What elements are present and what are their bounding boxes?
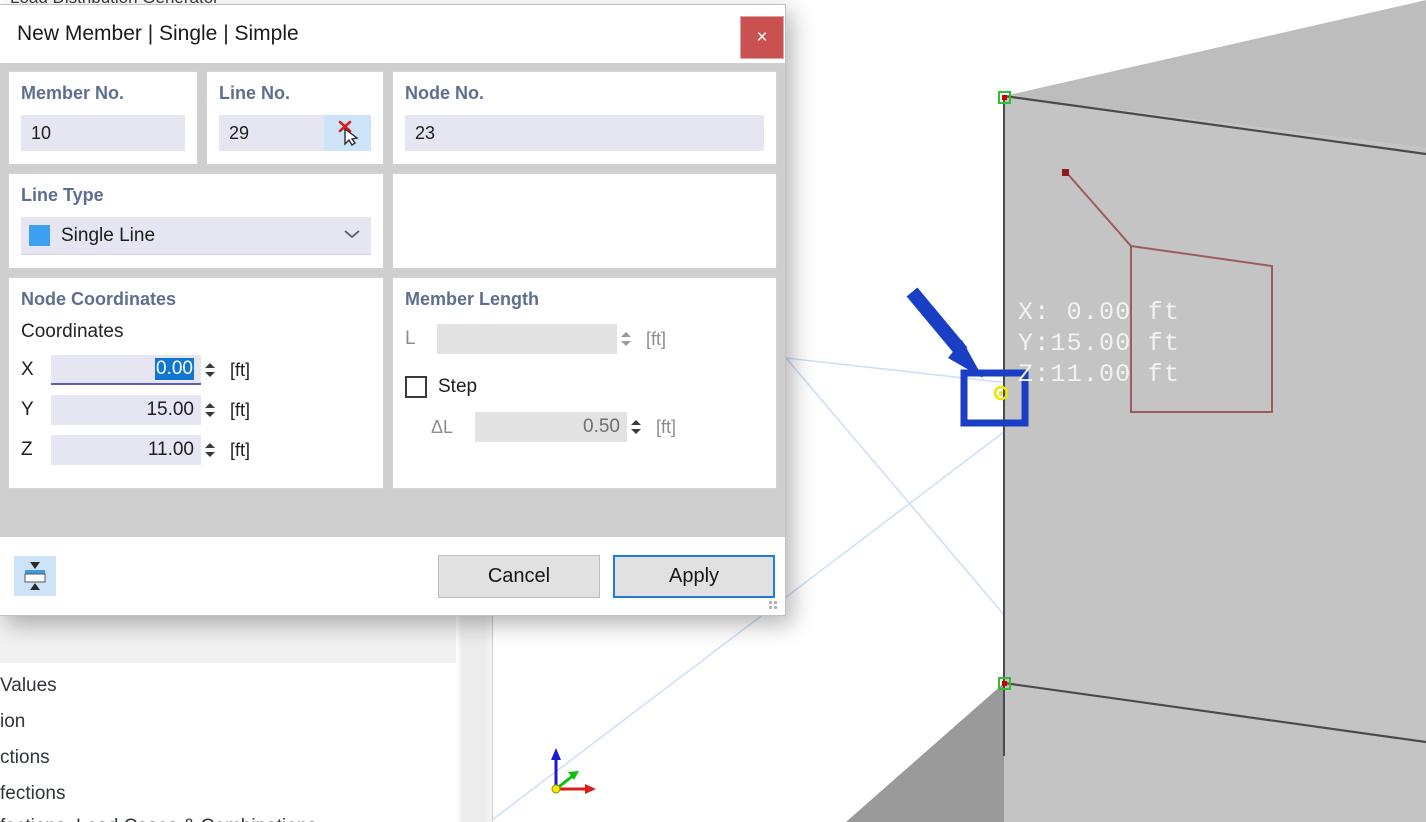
annotation-arrow xyxy=(912,292,983,378)
coordinate-row-y: Y 15.00 [ft] xyxy=(21,395,371,425)
step-checkbox-row[interactable]: Step xyxy=(405,376,764,398)
dialog-titlebar[interactable]: New Member | Single | Simple × xyxy=(0,5,785,63)
group-title-member-no: Member No. xyxy=(21,83,185,104)
group-title-node-no: Node No. xyxy=(405,83,764,104)
coordinate-spinner-y[interactable]: 15.00 xyxy=(51,395,218,425)
delta-length-down-icon[interactable] xyxy=(631,429,641,434)
panel-splitter[interactable] xyxy=(456,608,493,822)
group-title-member-length: Member Length xyxy=(405,289,764,310)
delta-length-input[interactable]: 0.50 xyxy=(475,412,627,442)
nav-item-5[interactable]: factions, Load Cases & Combinations xyxy=(0,816,317,822)
spinner-down-icon-z[interactable] xyxy=(205,452,215,457)
coordinate-axis-label-y: Y xyxy=(21,399,51,421)
close-button[interactable]: × xyxy=(740,16,784,59)
delta-length-row: ΔL 0.50 [ft] xyxy=(405,412,764,442)
line-type-selected-label: Single Line xyxy=(61,225,343,247)
apply-button[interactable]: Apply xyxy=(613,555,775,598)
group-title-line-type: Line Type xyxy=(21,185,371,206)
group-node-coordinates: Node Coordinates Coordinates X 0.00 xyxy=(8,277,384,489)
coordinate-axis-label-z: Z xyxy=(21,439,51,461)
coordinate-input-z[interactable]: 11.00 xyxy=(51,435,201,465)
coordinate-value-x: 0.00 xyxy=(155,358,194,380)
dialog-resize-grip[interactable] xyxy=(769,601,779,611)
delta-length-unit: [ft] xyxy=(656,417,676,438)
coordinate-unit-y: [ft] xyxy=(230,400,250,421)
group-title-node-coordinates: Node Coordinates xyxy=(21,289,371,310)
dialog-footer: Cancel Apply xyxy=(0,537,785,615)
coordinate-input-x[interactable]: 0.00 xyxy=(51,355,201,385)
step-checkbox[interactable] xyxy=(405,376,427,398)
delta-length-label: ΔL xyxy=(431,417,475,438)
member-length-spinner[interactable] xyxy=(617,324,634,354)
nav-item-2[interactable]: ion xyxy=(0,711,25,733)
line-type-row: Line Type Single Line xyxy=(8,173,777,269)
new-member-dialog[interactable]: New Member | Single | Simple × Member No… xyxy=(0,4,786,616)
spinner-down-icon-x[interactable] xyxy=(205,372,215,377)
dialog-title: New Member | Single | Simple xyxy=(0,22,299,46)
coordinate-axis-label-x: X xyxy=(21,359,51,381)
member-length-label: L xyxy=(405,328,437,350)
spinner-up-icon-y[interactable] xyxy=(205,403,215,408)
member-no-input[interactable]: 10 xyxy=(21,115,185,151)
nav-item-4[interactable]: fections xyxy=(0,783,65,805)
spinner-arrows-z[interactable] xyxy=(201,435,218,465)
nav-item-3[interactable]: ctions xyxy=(0,747,50,769)
member-length-input[interactable] xyxy=(437,324,617,354)
delta-length-up-icon[interactable] xyxy=(631,420,641,425)
group-line-type: Line Type Single Line xyxy=(8,173,384,269)
coordinate-spinner-z[interactable]: 11.00 xyxy=(51,435,218,465)
node-no-input[interactable]: 23 xyxy=(405,115,764,151)
spinner-arrows-y[interactable] xyxy=(201,395,218,425)
coordinate-unit-x: [ft] xyxy=(230,360,250,381)
wall-side-dark xyxy=(846,683,1004,822)
spinner-up-icon-x[interactable] xyxy=(205,363,215,368)
delta-length-spinner[interactable] xyxy=(627,412,644,442)
cursor-delete-icon[interactable] xyxy=(324,115,371,151)
member-length-up-icon[interactable] xyxy=(621,332,631,337)
coordinates-row: Node Coordinates Coordinates X 0.00 xyxy=(8,277,777,489)
group-member-no: Member No. 10 xyxy=(8,71,198,165)
app-root: X: 0.00 ft Y:15.00 ft Z:11.00 ft on Valu… xyxy=(0,0,1426,822)
step-label: Step xyxy=(438,376,477,398)
line-no-input[interactable]: 29 xyxy=(219,115,324,151)
cancel-button[interactable]: Cancel xyxy=(438,555,600,598)
coordinate-row-x: X 0.00 [ft] xyxy=(21,355,371,385)
coordinate-spinner-x[interactable]: 0.00 xyxy=(51,355,218,385)
group-title-line-no: Line No. xyxy=(219,83,371,104)
coordinate-readout: X: 0.00 ft Y:15.00 ft Z:11.00 ft xyxy=(1018,297,1180,390)
dialog-body: Member No. 10 Line No. 29 xyxy=(0,63,785,537)
group-line-type-spacer xyxy=(392,173,777,269)
member-length-row: L [ft] xyxy=(405,324,764,354)
member-end-node xyxy=(1062,169,1069,176)
id-fields-row: Member No. 10 Line No. 29 xyxy=(8,71,777,165)
collapse-vertical-icon[interactable] xyxy=(14,556,56,596)
coordinate-input-y[interactable]: 15.00 xyxy=(51,395,201,425)
group-node-no: Node No. 23 xyxy=(392,71,777,165)
line-type-select[interactable]: Single Line xyxy=(21,217,371,255)
group-member-length: Member Length L [ft] Step xyxy=(392,277,777,489)
group-line-no: Line No. 29 xyxy=(206,71,384,165)
nav-header-strip xyxy=(0,615,456,663)
line-type-color-swatch xyxy=(29,225,50,246)
spinner-arrows-x[interactable] xyxy=(201,355,218,385)
line-no-row: 29 xyxy=(219,115,371,151)
coordinates-subtitle: Coordinates xyxy=(21,321,371,343)
member-length-down-icon[interactable] xyxy=(621,341,631,346)
coordinate-row-z: Z 11.00 [ft] xyxy=(21,435,371,465)
spinner-down-icon-y[interactable] xyxy=(205,412,215,417)
chevron-down-icon[interactable] xyxy=(343,227,361,244)
nav-item-1[interactable]: Values xyxy=(0,675,57,697)
coordinate-unit-z: [ft] xyxy=(230,440,250,461)
member-length-unit: [ft] xyxy=(646,329,666,350)
spinner-up-icon-z[interactable] xyxy=(205,443,215,448)
